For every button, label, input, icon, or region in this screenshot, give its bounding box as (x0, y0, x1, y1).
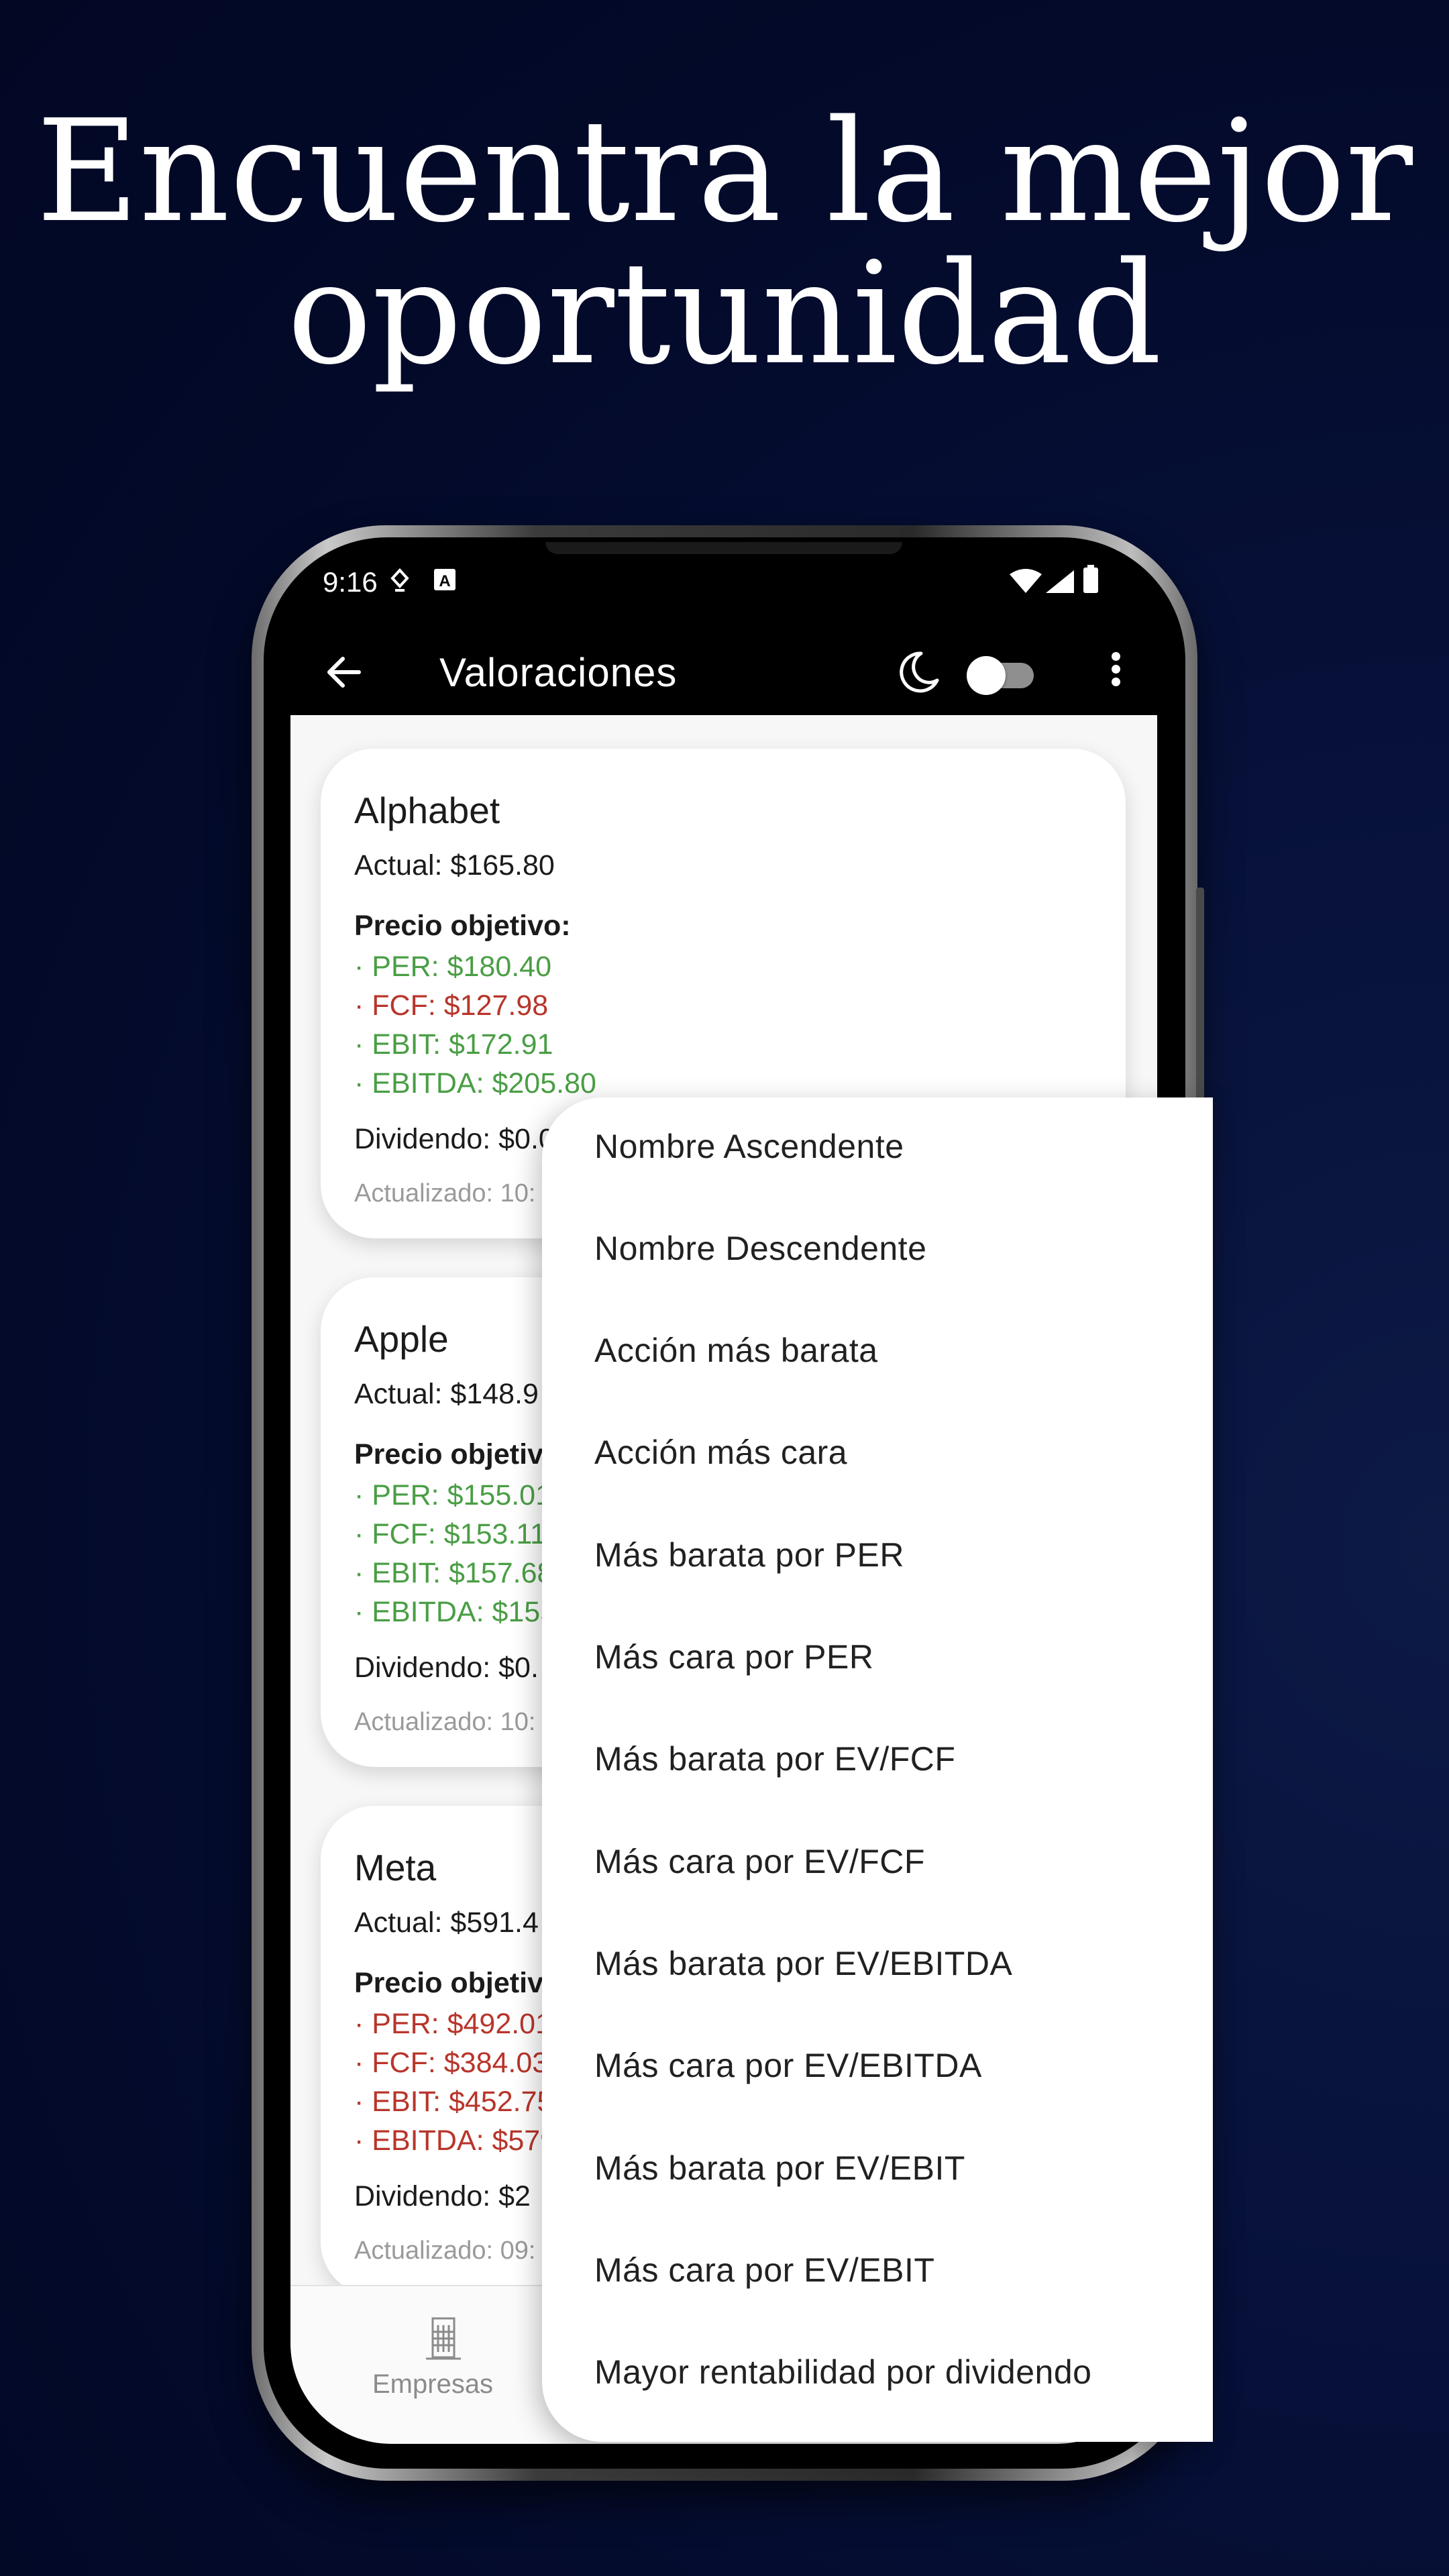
current-price: Actual: $165.80 (354, 849, 555, 881)
updated-time: Actualizado: 10: (354, 1179, 536, 1208)
updated-time: Actualizado: 10: (354, 1708, 536, 1736)
target-per: · PER: $492.01 (354, 2008, 552, 2040)
target-ebit: · EBIT: $172.91 (354, 1028, 553, 1061)
sort-option[interactable]: Más barata por EV/FCF (594, 1739, 955, 1778)
status-time: 9:16 (323, 566, 378, 598)
more-vert-icon[interactable] (1106, 648, 1126, 696)
target-per: · PER: $155.01 (354, 1479, 552, 1511)
target-price-label: Precio objetivo (354, 1438, 561, 1470)
sort-option[interactable]: Nombre Ascendente (594, 1127, 904, 1166)
target-fcf: · FCF: $127.98 (354, 989, 549, 1022)
sort-option[interactable]: Más barata por EV/EBIT (594, 2149, 965, 2188)
current-price: Actual: $148.9 (354, 1378, 539, 1410)
sort-option[interactable]: Más cara por EV/EBITDA (594, 2046, 982, 2085)
dividend: Dividendo: $0.0 (354, 1123, 555, 1155)
sort-option[interactable]: Acción más cara (594, 1433, 847, 1472)
target-ebitda: · EBITDA: $155 (354, 1596, 557, 1628)
app-bar: Valoraciones (290, 629, 1157, 715)
svg-text:A: A (439, 572, 450, 590)
sort-menu: Nombre Ascendente Nombre Descendente Acc… (542, 1097, 1213, 2442)
updated-time: Actualizado: 09: (354, 2237, 536, 2265)
sort-option[interactable]: Acción más barata (594, 1331, 878, 1370)
moon-icon[interactable] (894, 649, 941, 696)
target-per: · PER: $180.40 (354, 951, 552, 983)
company-name: Apple (354, 1318, 449, 1360)
current-price: Actual: $591.4 (354, 1907, 539, 1939)
target-price-label: Precio objetivo: (354, 910, 571, 942)
dividend: Dividendo: $0. (354, 1652, 539, 1684)
company-name: Alphabet (354, 790, 500, 831)
dividend: Dividendo: $2 (354, 2180, 531, 2212)
target-fcf: · FCF: $153.11 (354, 1518, 546, 1550)
sort-option[interactable]: Más cara por EV/FCF (594, 1842, 925, 1881)
battery-icon (1082, 565, 1099, 598)
company-name: Meta (354, 1847, 437, 1888)
target-ebitda: · EBITDA: $579 (354, 2125, 557, 2157)
target-price-list: · PER: $180.40 · FCF: $127.98 · EBIT: $1… (354, 947, 596, 1103)
signal-icon (1044, 569, 1077, 598)
sort-option[interactable]: Más barata por EV/EBITDA (594, 1944, 1012, 1983)
target-ebitda: · EBITDA: $205.80 (354, 1067, 596, 1099)
sort-option[interactable]: Más cara por PER (594, 1638, 873, 1676)
headline: Encuentra la mejor oportunidad (0, 101, 1449, 385)
target-price-list: · PER: $492.01 · FCF: $384.03 · EBIT: $4… (354, 2004, 556, 2160)
target-price-label: Precio objetivo (354, 1967, 561, 1999)
page-title: Valoraciones (439, 650, 678, 695)
target-ebit: · EBIT: $452.75 (354, 2086, 553, 2118)
headline-line-1: Encuentra la mejor (36, 89, 1413, 254)
wifi-icon (1008, 569, 1043, 598)
building-icon[interactable] (423, 2314, 464, 2363)
sort-option[interactable]: Más barata por PER (594, 1536, 904, 1574)
sort-option[interactable]: Mayor rentabilidad por dividendo (594, 2353, 1091, 2392)
keyboard-a-icon: A (433, 568, 457, 596)
headline-line-2: oportunidad (287, 231, 1162, 396)
back-arrow-icon[interactable] (323, 651, 366, 694)
status-bar: 9:16 A (290, 542, 1157, 629)
toggle-thumb (967, 656, 1006, 695)
target-fcf: · FCF: $384.03 (354, 2047, 549, 2079)
notification-icon (390, 568, 410, 598)
target-ebit: · EBIT: $157.68 (354, 1557, 553, 1589)
dark-mode-toggle[interactable] (967, 656, 1034, 695)
target-price-list: · PER: $155.01 · FCF: $153.11 · EBIT: $1… (354, 1476, 556, 1631)
nav-empresas[interactable]: Empresas (372, 2369, 493, 2400)
sort-option[interactable]: Más cara por EV/EBIT (594, 2251, 934, 2290)
sort-option[interactable]: Nombre Descendente (594, 1229, 926, 1268)
